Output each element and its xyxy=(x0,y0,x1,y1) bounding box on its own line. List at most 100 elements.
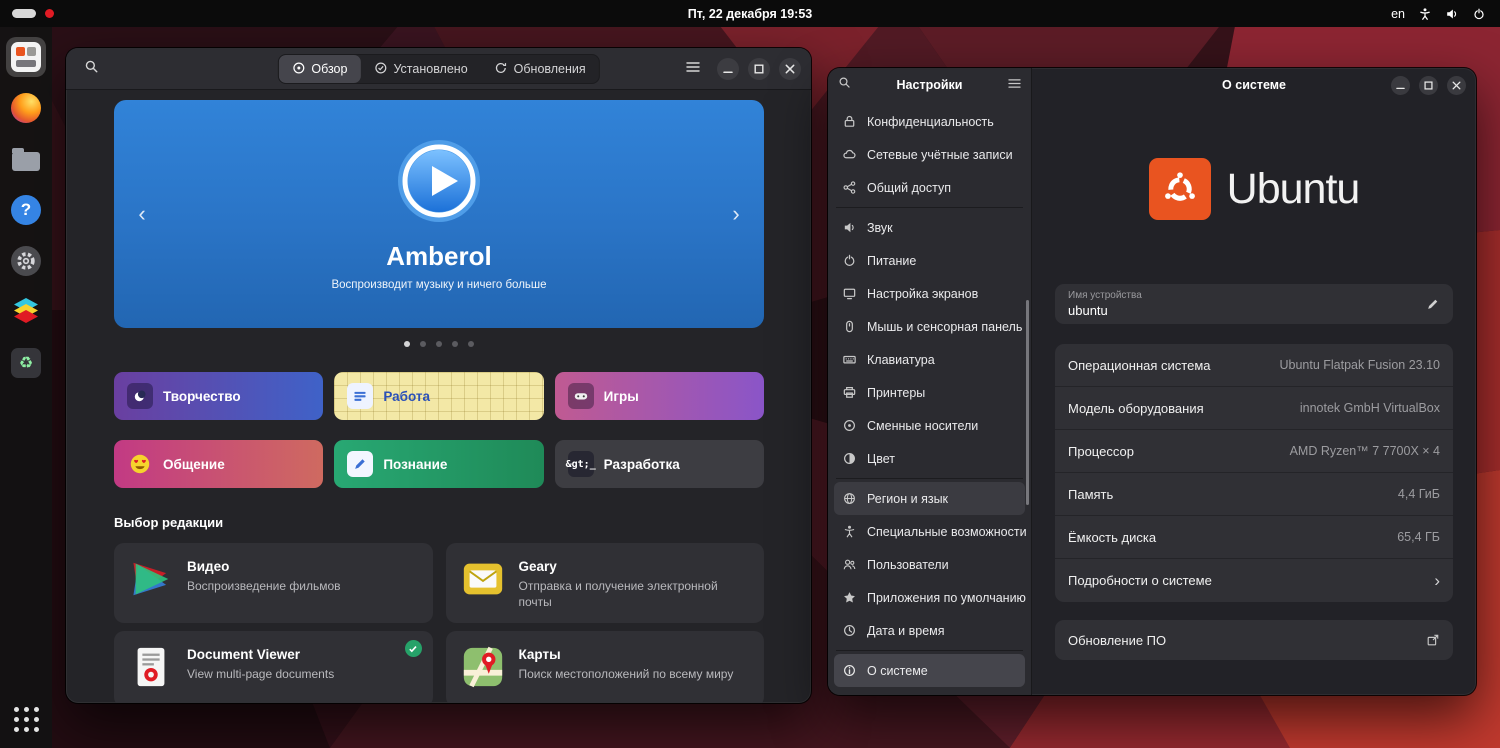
maximize-button[interactable] xyxy=(748,57,770,80)
tab-updates[interactable]: Обновления xyxy=(481,55,599,83)
sidebar-item-sound[interactable]: Звук xyxy=(834,211,1025,244)
about-row-memory: Память 4,4 ГиБ xyxy=(1055,473,1453,516)
carousel-prev-button[interactable]: ‹ xyxy=(122,100,162,328)
sidebar-item-online-accounts[interactable]: Сетевые учётные записи xyxy=(834,138,1025,171)
app-description: Воспроизведение фильмов xyxy=(187,579,341,593)
sidebar-item-label: Сменные носители xyxy=(867,418,979,433)
row-label: Модель оборудования xyxy=(1068,400,1204,416)
dock-item-help[interactable]: ? xyxy=(6,190,46,230)
sidebar-item-label: Мышь и сенсорная панель xyxy=(867,319,1023,334)
category-develop[interactable]: &gt;_ Разработка xyxy=(554,440,764,488)
ubuntu-wordmark: Ubuntu xyxy=(1226,164,1361,213)
sidebar-item-about[interactable]: О системе xyxy=(834,654,1025,687)
carousel-dot[interactable] xyxy=(468,341,474,347)
edit-pencil-icon[interactable] xyxy=(1426,297,1440,311)
tab-installed[interactable]: Установлено xyxy=(360,55,480,83)
software-update-row[interactable]: Обновление ПО xyxy=(1055,620,1453,660)
section-title: Выбор редакции xyxy=(114,515,224,530)
top-bar: Пт, 22 декабря 19:53 en xyxy=(0,0,1500,27)
document-viewer-app-icon xyxy=(128,644,174,690)
close-button[interactable] xyxy=(779,57,801,80)
sidebar-item-region-language[interactable]: Регион и язык xyxy=(834,482,1025,515)
search-icon[interactable] xyxy=(838,76,851,94)
device-name-label: Имя устройства xyxy=(1068,290,1142,301)
sidebar-scrollbar[interactable] xyxy=(1026,300,1029,505)
app-card-videos[interactable]: Видео Воспроизведение фильмов xyxy=(114,543,433,624)
category-create[interactable]: Творчество xyxy=(114,372,324,420)
power-icon[interactable] xyxy=(1472,7,1486,21)
terminal-icon: &gt;_ xyxy=(566,451,596,477)
settings-nav-list: Конфиденциальность Сетевые учётные запис… xyxy=(828,102,1031,690)
dock-item-trash[interactable]: ♻ xyxy=(6,343,46,383)
volume-icon[interactable] xyxy=(1445,7,1459,21)
sidebar-item-users[interactable]: Пользователи xyxy=(834,548,1025,581)
sidebar-item-accessibility[interactable]: Специальные возможности xyxy=(834,515,1027,548)
device-name-value: ubuntu xyxy=(1068,303,1108,318)
hamburger-menu-icon[interactable] xyxy=(1008,76,1021,94)
minimize-button[interactable] xyxy=(1391,75,1410,95)
keyboard-layout-indicator[interactable]: en xyxy=(1391,7,1405,21)
sidebar-item-label: Дата и время xyxy=(867,623,945,638)
star-icon xyxy=(842,590,858,605)
sidebar-item-power[interactable]: Питание xyxy=(834,244,1025,277)
close-icon xyxy=(1452,80,1461,90)
carousel-dot[interactable] xyxy=(452,341,458,347)
separator xyxy=(836,207,1023,208)
accessibility-icon[interactable] xyxy=(1418,7,1432,21)
category-label: Разработка xyxy=(603,456,680,472)
external-link-icon xyxy=(1426,633,1440,647)
tab-label: Установлено xyxy=(393,62,468,76)
category-games[interactable]: Игры xyxy=(554,372,764,420)
dock-item-software-store[interactable] xyxy=(6,37,46,77)
category-social[interactable]: Общение xyxy=(114,440,324,488)
info-icon xyxy=(842,663,858,678)
carousel-dot[interactable] xyxy=(420,341,426,347)
about-row-disk: Ёмкость диска 65,4 ГБ xyxy=(1055,516,1453,559)
dock-item-layers-app[interactable] xyxy=(6,292,46,332)
maximize-button[interactable] xyxy=(1419,75,1438,95)
category-learn[interactable]: Познание xyxy=(334,440,544,488)
geary-app-icon xyxy=(460,556,506,602)
overview-icon xyxy=(291,61,305,78)
sidebar-item-label: Конфиденциальность xyxy=(867,114,994,129)
sidebar-item-default-apps[interactable]: Приложения по умолчанию xyxy=(834,581,1026,614)
system-tray[interactable]: en xyxy=(1391,7,1500,21)
sidebar-item-label: Общий доступ xyxy=(867,180,951,195)
carousel-dot[interactable] xyxy=(436,341,442,347)
row-label: Операционная система xyxy=(1068,357,1211,373)
clock[interactable]: Пт, 22 декабря 19:53 xyxy=(0,7,1500,21)
device-name-card[interactable]: Имя устройства ubuntu xyxy=(1055,284,1453,324)
carousel-next-button[interactable]: › xyxy=(716,100,756,328)
dock-item-settings[interactable] xyxy=(6,241,46,281)
close-button[interactable] xyxy=(1447,75,1466,95)
show-applications-button[interactable] xyxy=(13,707,39,732)
sidebar-item-color[interactable]: Цвет xyxy=(834,442,1025,475)
settings-window: Настройки Конфиденциальность Сетевые учё… xyxy=(828,68,1476,695)
category-work[interactable]: Работа xyxy=(334,372,544,420)
sidebar-item-printers[interactable]: Принтеры xyxy=(834,376,1025,409)
dock-item-firefox[interactable] xyxy=(6,88,46,128)
app-card-maps[interactable]: Карты Поиск местоположений по всему миру xyxy=(445,631,764,703)
dock-item-files[interactable] xyxy=(6,139,46,179)
sidebar-item-date-time[interactable]: Дата и время xyxy=(834,614,1025,647)
sidebar-item-removable-media[interactable]: Сменные носители xyxy=(834,409,1025,442)
carousel-dot[interactable] xyxy=(404,341,410,347)
about-row-details[interactable]: Подробности о системе › xyxy=(1055,559,1453,602)
featured-carousel[interactable]: ‹ › Amberol Воспроизводит музыку и ничег… xyxy=(114,100,764,328)
category-grid: Творчество Работа Игры Общение Познание … xyxy=(114,372,764,488)
app-card-document-viewer[interactable]: Document Viewer View multi-page document… xyxy=(114,631,433,703)
minimize-button[interactable] xyxy=(717,57,739,80)
search-button[interactable] xyxy=(76,54,106,84)
tab-label: Обзор xyxy=(311,62,348,76)
about-pane: О системе Ubuntu Имя устройства ubuntu О… xyxy=(1032,68,1476,695)
tab-overview[interactable]: Обзор xyxy=(278,55,361,83)
sidebar-item-sharing[interactable]: Общий доступ xyxy=(834,171,1025,204)
sidebar-item-keyboard[interactable]: Клавиатура xyxy=(834,343,1025,376)
sidebar-item-displays[interactable]: Настройка экранов xyxy=(834,277,1025,310)
menu-button[interactable] xyxy=(678,54,708,84)
row-value: 4,4 ГиБ xyxy=(1397,487,1440,501)
sidebar-item-privacy[interactable]: Конфиденциальность xyxy=(834,105,1025,138)
row-label: Процессор xyxy=(1068,443,1134,459)
sidebar-item-mouse[interactable]: Мышь и сенсорная панель xyxy=(834,310,1025,343)
app-card-geary[interactable]: Geary Отправка и получение электронной п… xyxy=(445,543,764,624)
